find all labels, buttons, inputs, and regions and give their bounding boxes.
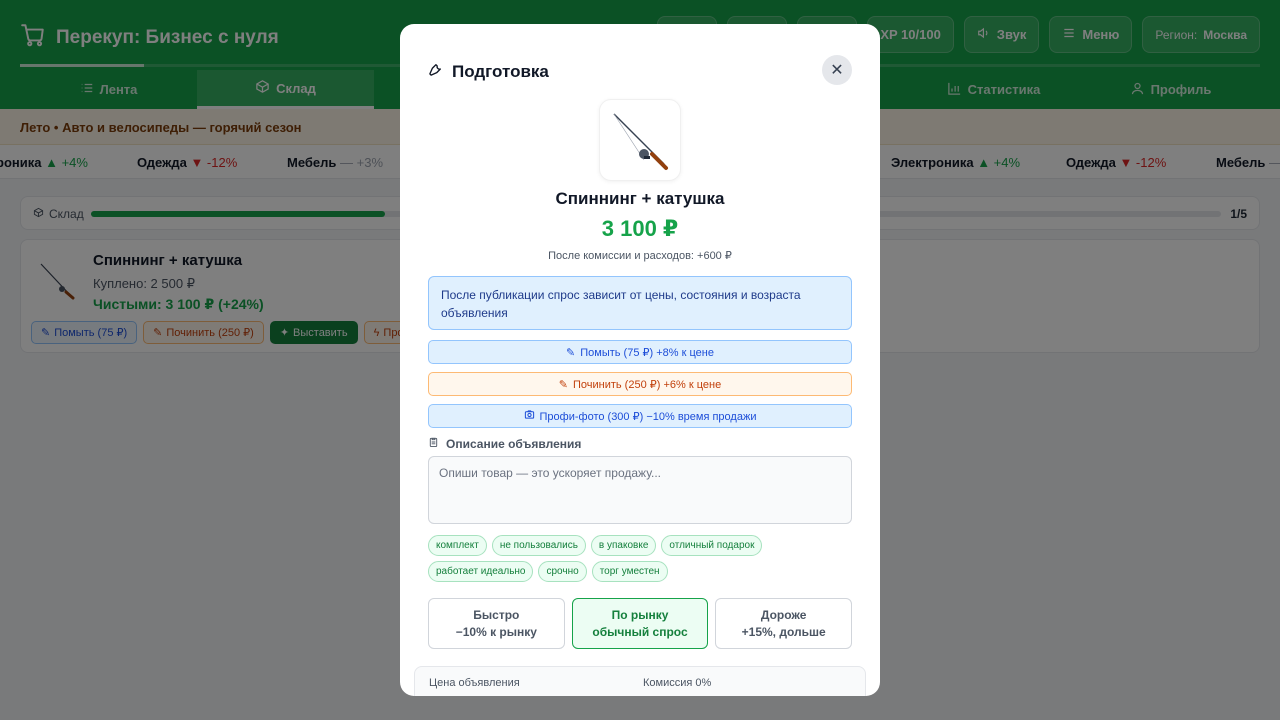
- tag-chip[interactable]: не пользовались: [491, 535, 586, 556]
- strategy-premium-button[interactable]: Дороже +15%, дольше: [715, 598, 853, 649]
- modal-title: Подготовка: [428, 62, 549, 82]
- product-price: 3 100 ₽: [601, 216, 679, 241]
- brush-icon: ✎: [558, 378, 568, 391]
- strategy-subtitle: обычный спрос: [592, 624, 688, 639]
- wash-option-button[interactable]: ✎ Помыть (75 ₽) +8% к цене: [428, 340, 852, 364]
- close-button[interactable]: ✕: [822, 55, 852, 85]
- description-label: Описание объявления: [428, 436, 581, 451]
- tag-chip[interactable]: работает идеально: [428, 561, 534, 582]
- description-input[interactable]: [428, 456, 852, 524]
- strategy-market-button[interactable]: По рынку обычный спрос: [571, 598, 709, 649]
- price-panel: Цена объявления Комиссия 0%: [414, 666, 866, 696]
- pricing-strategies: Быстро −10% к рынку По рынку обычный спр…: [428, 598, 853, 649]
- strategy-subtitle: +15%, дольше: [741, 624, 826, 639]
- listing-price-label: Цена объявления: [429, 677, 520, 689]
- tag-chip[interactable]: срочно: [538, 561, 587, 582]
- clipboard-icon: [428, 436, 439, 451]
- repair-option-button[interactable]: ✎ Починить (250 ₽) +6% к цене: [428, 372, 852, 396]
- product-name: Спиннинг + катушка: [555, 189, 725, 208]
- tag-chip[interactable]: комплект: [428, 535, 487, 556]
- description-tags: комплект не пользовались в упаковке отли…: [428, 535, 858, 582]
- prepare-modal: Подготовка ✕ Спиннинг + катушка 3 100 ₽ …: [400, 24, 880, 696]
- close-icon: ✕: [830, 62, 844, 79]
- pro-photo-option-button[interactable]: Профи-фото (300 ₽) −10% время продажи: [428, 404, 852, 428]
- strategy-title: Быстро: [473, 607, 520, 622]
- commission-label: Комиссия 0%: [643, 677, 712, 689]
- camera-icon: [524, 409, 535, 423]
- tag-chip[interactable]: отличный подарок: [661, 535, 763, 556]
- info-notice: После публикации спрос зависит от цены, …: [428, 276, 852, 330]
- wrench-icon: [428, 62, 443, 82]
- strategy-title: По рынку: [611, 607, 669, 622]
- product-image: [599, 99, 681, 181]
- net-after-fees: После комиссии и расходов: +600 ₽: [548, 250, 732, 262]
- strategy-title: Дороже: [760, 607, 807, 622]
- fishing-rod-icon: [600, 113, 682, 186]
- strategy-subtitle: −10% к рынку: [455, 624, 537, 639]
- strategy-fast-button[interactable]: Быстро −10% к рынку: [428, 598, 565, 649]
- tag-chip[interactable]: торг уместен: [591, 561, 668, 582]
- tag-chip[interactable]: в упаковке: [590, 535, 657, 556]
- brush-icon: ✎: [566, 346, 576, 359]
